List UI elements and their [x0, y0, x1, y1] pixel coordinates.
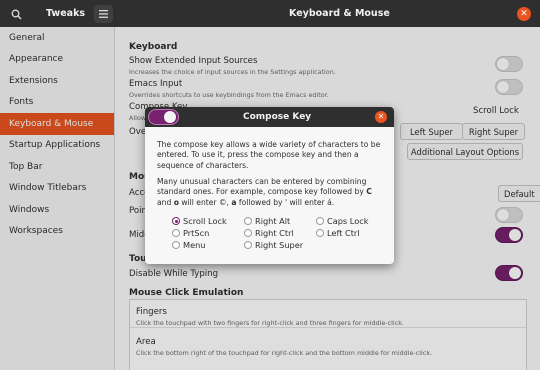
- radio-label: Caps Lock: [327, 216, 369, 226]
- radio-right-ctrl[interactable]: Right Ctrl: [244, 228, 294, 238]
- radio-dot: [316, 229, 324, 237]
- compose-key-enable-toggle[interactable]: [148, 109, 179, 125]
- dialog-description-1: The compose key allows a wide variety of…: [157, 140, 381, 170]
- title-bar: Tweaks Keyboard & Mouse ✕: [0, 0, 540, 27]
- radio-label: PrtScn: [183, 228, 210, 238]
- window-title: Keyboard & Mouse: [289, 8, 390, 19]
- menu-button[interactable]: [94, 5, 113, 23]
- dialog-close-button[interactable]: ✕: [375, 111, 387, 123]
- radio-dot: [316, 217, 324, 225]
- close-icon: ✕: [520, 8, 528, 19]
- radio-prtscn[interactable]: PrtScn: [172, 228, 209, 238]
- dialog-description-2: Many unusual characters can be entered b…: [157, 177, 372, 207]
- radio-dot: [172, 217, 180, 225]
- app-title: Tweaks: [46, 8, 86, 19]
- dialog-title: Compose Key: [243, 112, 312, 122]
- radio-dot: [244, 241, 252, 249]
- search-icon: [11, 9, 22, 19]
- radio-scroll-lock[interactable]: Scroll Lock: [172, 216, 227, 226]
- radio-dot: [172, 241, 180, 249]
- radio-dot: [244, 217, 252, 225]
- search-button[interactable]: [7, 5, 26, 23]
- radio-label: Right Super: [255, 240, 304, 250]
- compose-key-dialog: Compose Key ✕ The compose key allows a w…: [145, 107, 394, 264]
- dialog-header: Compose Key ✕: [145, 107, 394, 127]
- window-close-button[interactable]: ✕: [517, 7, 531, 21]
- hamburger-menu-icon: [99, 10, 108, 18]
- radio-dot: [172, 229, 180, 237]
- radio-dot: [244, 229, 252, 237]
- radio-label: Menu: [183, 240, 206, 250]
- radio-label: Left Ctrl: [327, 228, 360, 238]
- close-icon: ✕: [377, 112, 385, 121]
- radio-left-ctrl[interactable]: Left Ctrl: [316, 228, 360, 238]
- radio-right-alt[interactable]: Right Alt: [244, 216, 290, 226]
- radio-menu[interactable]: Menu: [172, 240, 205, 250]
- radio-label: Scroll Lock: [183, 216, 227, 226]
- radio-label: Right Ctrl: [255, 228, 294, 238]
- radio-right-super[interactable]: Right Super: [244, 240, 303, 250]
- radio-label: Right Alt: [255, 216, 291, 226]
- radio-caps-lock[interactable]: Caps Lock: [316, 216, 368, 226]
